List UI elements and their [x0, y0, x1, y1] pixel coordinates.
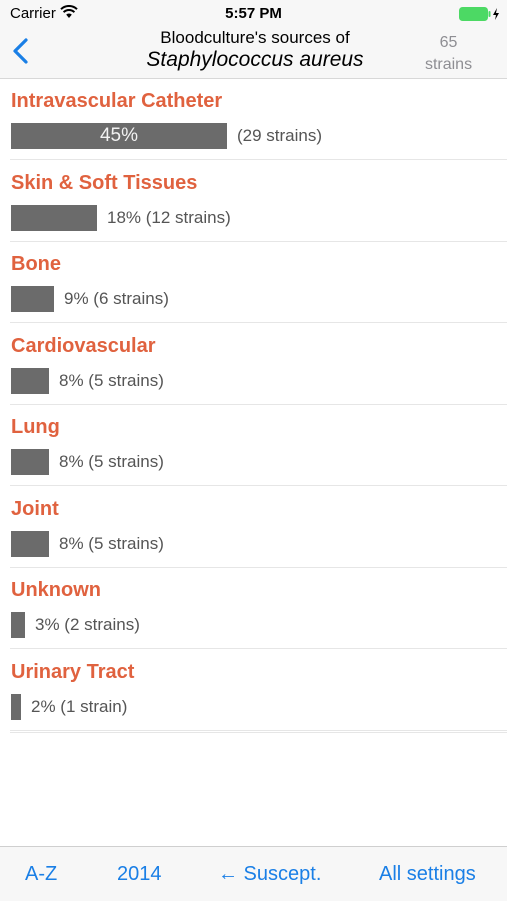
source-row[interactable]: Lung 8% (5 strains): [0, 405, 507, 486]
suscept-button[interactable]: ← Suscept.: [218, 863, 321, 886]
all-settings-button[interactable]: All settings: [379, 863, 476, 886]
source-label: Bone: [11, 253, 61, 275]
strain-percentage-text: 18% (12 strains): [107, 207, 231, 227]
strain-percentage-text: 8% (5 strains): [59, 533, 164, 553]
source-row[interactable]: Unknown 3% (2 strains): [0, 568, 507, 649]
percentage-bar: 45%: [11, 123, 227, 149]
percentage-bar: [11, 530, 49, 557]
strain-count-unit: strains: [424, 56, 473, 73]
strain-count-number: 65: [439, 34, 458, 51]
strain-percentage-text: (29 strains): [237, 126, 323, 145]
source-label: Skin & Soft Tissues: [11, 171, 198, 194]
strain-percentage-text: 8% (5 strains): [59, 452, 164, 471]
back-button[interactable]: [10, 36, 40, 70]
percentage-bar: [11, 693, 21, 720]
source-row[interactable]: Urinary Tract 2% (1 strain): [0, 650, 507, 731]
source-label: Intravascular Catheter: [11, 90, 223, 112]
status-bar: Carrier 5:57 PM: [0, 0, 507, 28]
percentage-bar: [11, 612, 25, 638]
source-row[interactable]: Joint 8% (5 strains): [0, 487, 507, 568]
row-separator: [10, 729, 507, 731]
strain-percentage-text: 3% (2 strains): [35, 615, 140, 634]
row-separator: [10, 732, 507, 733]
source-row[interactable]: Bone 9% (6 strains): [0, 242, 507, 323]
source-label: Cardiovascular: [11, 334, 156, 357]
chevron-left-icon: [13, 38, 28, 64]
strain-count: 65 strains: [412, 32, 485, 76]
page-title-organism: Staphylococcus aureus: [146, 48, 364, 71]
percentage-bar: [11, 367, 49, 394]
source-label: Urinary Tract: [11, 660, 135, 683]
year-button[interactable]: 2014: [117, 863, 162, 886]
source-row[interactable]: Intravascular Catheter 45% (29 strains): [0, 79, 507, 160]
percentage-bar: [11, 204, 97, 231]
bottom-toolbar: A-Z 2014 ← Suscept. All settings: [0, 846, 507, 901]
source-label: Unknown: [11, 579, 101, 601]
strain-percentage-text: 9% (6 strains): [64, 289, 169, 308]
percentage-bar: [11, 286, 54, 312]
source-label: Lung: [11, 416, 60, 438]
az-button[interactable]: A-Z: [25, 863, 57, 886]
percentage-bar-label: 45%: [99, 125, 139, 146]
navigation-bar: Bloodculture's sources of Staphylococcus…: [0, 28, 507, 79]
strain-percentage-text: 2% (1 strain): [31, 696, 128, 716]
status-time: 5:57 PM: [225, 5, 282, 22]
source-row[interactable]: Cardiovascular 8% (5 strains): [0, 324, 507, 405]
percentage-bar: [11, 449, 49, 475]
source-row[interactable]: Skin & Soft Tissues 18% (12 strains): [0, 161, 507, 242]
page-title: Bloodculture's sources of Staphylococcus…: [100, 28, 410, 73]
strain-percentage-text: 8% (5 strains): [59, 370, 164, 390]
battery-charging-icon: [459, 7, 501, 26]
source-label: Joint: [11, 497, 59, 520]
page-title-line1: Bloodculture's sources of: [160, 28, 350, 47]
